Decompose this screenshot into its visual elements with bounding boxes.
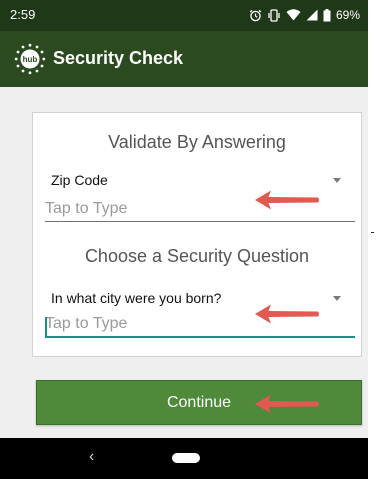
battery-percentage: 69%	[335, 8, 360, 22]
status-icons: 69%	[249, 6, 360, 24]
wifi-icon	[286, 9, 301, 21]
annotation-arrow-icon	[255, 190, 319, 210]
validate-heading: Validate By Answering	[108, 132, 286, 152]
page-title: Security Check	[53, 48, 184, 68]
chevron-down-icon	[333, 178, 341, 183]
annotation-arrow-icon	[255, 304, 319, 324]
hub-logo-text: hub	[23, 55, 38, 64]
edge-mark	[371, 232, 374, 233]
vibrate-icon	[268, 8, 280, 22]
validation-type-selected: Zip Code	[51, 172, 108, 188]
status-bar: 2:59 69%	[0, 0, 368, 31]
annotation-arrow-icon	[255, 394, 319, 414]
navigation-bar: ‹	[0, 438, 368, 479]
text-cursor	[45, 317, 47, 336]
back-icon[interactable]: ‹	[89, 449, 94, 465]
chevron-down-icon	[333, 296, 341, 301]
app-bar: hub Security Check	[0, 31, 368, 87]
phone-screen: 2:59 69% hub Security Check Validate By …	[0, 0, 368, 479]
home-pill-icon[interactable]	[172, 453, 200, 463]
battery-icon	[323, 8, 331, 21]
security-question-heading: Choose a Security Question	[84, 246, 310, 266]
hub-logo-icon: hub	[14, 43, 46, 75]
status-time: 2:59	[10, 7, 36, 22]
security-question-selected: In what city were you born?	[51, 290, 222, 306]
signal-icon	[306, 9, 318, 21]
alarm-icon	[249, 9, 262, 21]
